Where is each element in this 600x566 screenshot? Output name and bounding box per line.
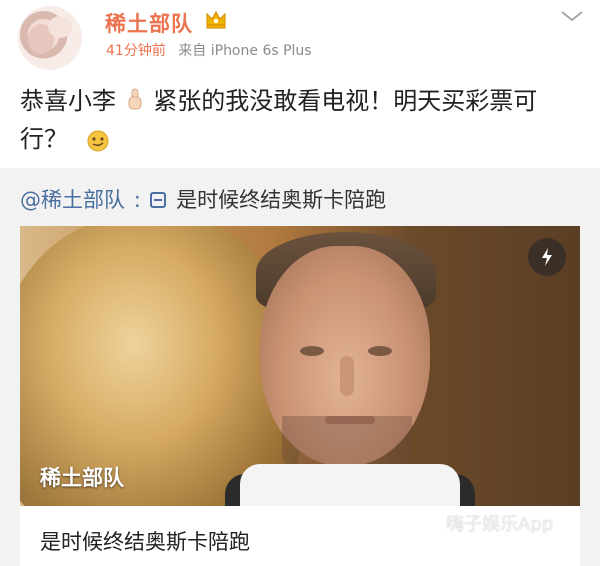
repost-section: @稀土部队 : 是时候终结奥斯卡陪跑 稀土部队 是时候终结奥斯卡陪跑 <box>0 168 600 566</box>
post-meta: 41分钟前 来自 iPhone 6s Plus <box>106 40 312 60</box>
portrait-eye <box>368 346 392 356</box>
post-time: 41分钟前 <box>106 43 166 59</box>
article-image[interactable]: 稀土部队 <box>20 226 580 506</box>
image-overlay-label: 稀土部队 <box>40 466 124 490</box>
portrait-collar <box>240 464 460 506</box>
avatar-shape <box>48 16 72 38</box>
username[interactable]: 稀土部队 <box>105 8 193 38</box>
mention-separator: : <box>133 188 141 212</box>
mention-link[interactable]: @稀土部队 <box>20 188 125 212</box>
link-icon[interactable] <box>149 190 167 208</box>
chevron-down-icon[interactable] <box>560 8 584 24</box>
smiley-icon <box>86 126 110 152</box>
post-text: 恭喜小李 紧张的我没敢看电视！明天买彩票可行？ <box>20 82 580 158</box>
crown-icon <box>206 10 226 29</box>
lightning-icon[interactable] <box>528 238 566 276</box>
portrait-nose <box>340 356 354 396</box>
watermark: 嗨子娱乐App <box>446 514 554 535</box>
post-text-part1: 恭喜小李 <box>20 87 116 115</box>
repost-line: @稀土部队 : 是时候终结奥斯卡陪跑 <box>20 184 386 214</box>
post-header: 稀土部队 41分钟前 来自 iPhone 6s Plus <box>0 0 600 80</box>
post-source: 来自 iPhone 6s Plus <box>178 43 312 59</box>
hand-icon <box>126 86 144 112</box>
avatar[interactable] <box>18 6 82 70</box>
repost-link-text[interactable]: 是时候终结奥斯卡陪跑 <box>176 188 386 212</box>
portrait-mouth <box>325 416 375 424</box>
article-title[interactable]: 是时候终结奥斯卡陪跑 <box>40 526 250 556</box>
portrait-eye <box>300 346 324 356</box>
